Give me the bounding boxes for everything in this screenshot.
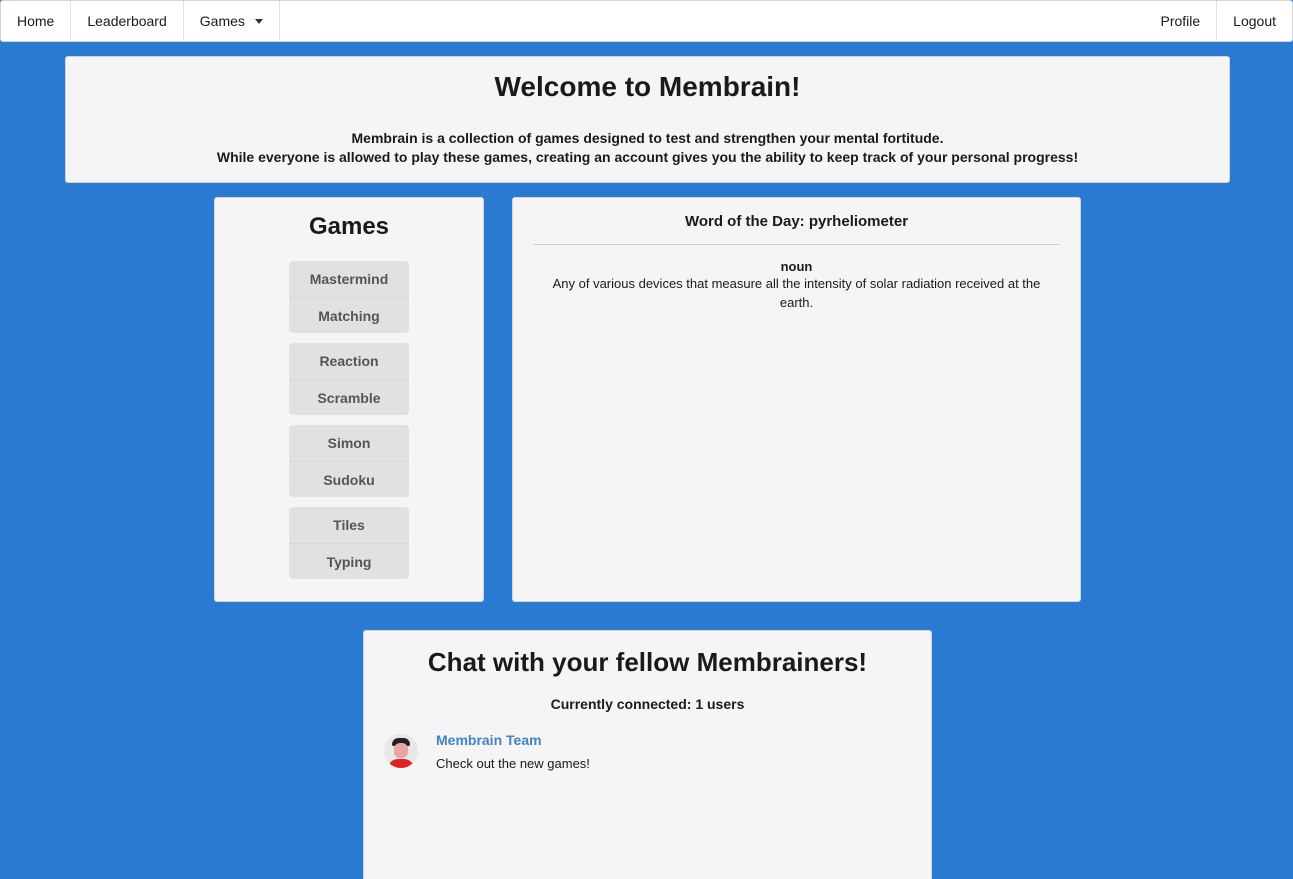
games-title: Games <box>308 213 390 240</box>
chat-panel: Chat with your fellow Membrainers! Curre… <box>363 630 932 879</box>
nav-left: Home Leaderboard Games <box>1 1 280 41</box>
nav-leaderboard-link[interactable]: Leaderboard <box>71 1 184 41</box>
nav-home-link[interactable]: Home <box>1 1 72 41</box>
game-button-sudoku[interactable]: Sudoku <box>289 461 409 497</box>
game-button-matching[interactable]: Matching <box>289 297 409 333</box>
word-of-the-day-title: Word of the Day: pyrheliometer <box>684 213 909 230</box>
divider <box>533 244 1060 245</box>
games-panel: Games Mastermind Matching Reaction Scram… <box>214 197 484 602</box>
games-button-group: Tiles Typing <box>289 507 409 579</box>
nav-home-label: Home <box>17 13 55 29</box>
chat-title: Chat with your fellow Membrainers! <box>427 647 868 677</box>
nav-games-label: Games <box>199 13 245 29</box>
games-button-group: Mastermind Matching <box>289 261 409 333</box>
welcome-description-line-1: Membrain is a collection of games design… <box>351 130 944 146</box>
games-button-group: Simon Sudoku <box>289 425 409 497</box>
avatar <box>384 734 418 768</box>
nav-right: Profile Logout <box>1144 1 1292 41</box>
nav-profile-label: Profile <box>1160 13 1201 29</box>
chat-message: Membrain Team Check out the new games! <box>364 732 931 771</box>
connected-users-count: Currently connected: 1 users <box>550 696 745 712</box>
chat-message-body: Membrain Team Check out the new games! <box>436 732 590 771</box>
game-button-reaction[interactable]: Reaction <box>289 343 409 379</box>
nav-logout-label: Logout <box>1233 13 1276 29</box>
avatar-shirt <box>388 759 414 768</box>
nav-leaderboard-label: Leaderboard <box>87 13 167 29</box>
game-button-mastermind[interactable]: Mastermind <box>289 261 409 297</box>
chat-message-author[interactable]: Membrain Team <box>436 732 590 748</box>
top-navbar: Home Leaderboard Games Profile Logout <box>0 0 1293 42</box>
avatar-face <box>394 743 408 758</box>
nav-profile-link[interactable]: Profile <box>1144 1 1216 41</box>
nav-games-dropdown[interactable]: Games <box>184 1 280 41</box>
welcome-description-line-2: While everyone is allowed to play these … <box>216 149 1079 165</box>
game-button-typing[interactable]: Typing <box>289 543 409 579</box>
games-button-group: Reaction Scramble <box>289 343 409 415</box>
nav-logout-link[interactable]: Logout <box>1216 1 1292 41</box>
word-of-the-day-panel: Word of the Day: pyrheliometer noun Any … <box>512 197 1081 602</box>
caret-down-icon <box>254 18 263 24</box>
game-button-simon[interactable]: Simon <box>289 425 409 461</box>
welcome-title: Welcome to Membrain! <box>494 71 801 102</box>
game-button-tiles[interactable]: Tiles <box>289 507 409 543</box>
part-of-speech: noun <box>780 259 813 274</box>
welcome-panel: Welcome to Membrain! Membrain is a colle… <box>65 56 1230 183</box>
game-button-scramble[interactable]: Scramble <box>289 379 409 415</box>
word-definition: Any of various devices that measure all … <box>552 276 1041 310</box>
chat-message-text: Check out the new games! <box>436 756 590 771</box>
